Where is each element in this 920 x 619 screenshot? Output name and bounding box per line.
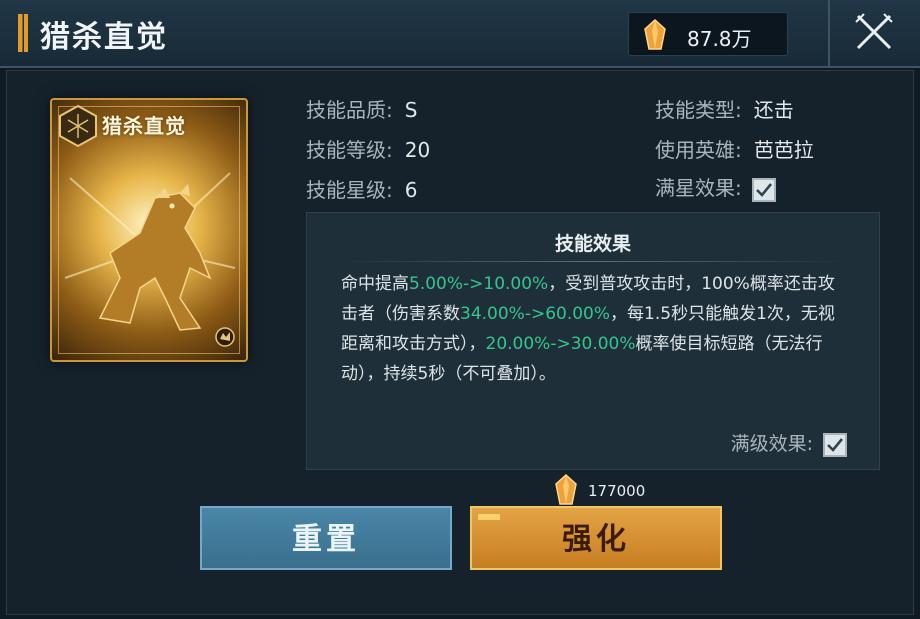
- currency-display: 87.8万: [628, 12, 788, 56]
- effect-highlight-3: 20.00%->30.00%: [485, 334, 636, 354]
- max-star-label: 满星效果:: [655, 176, 742, 200]
- skill-level-label: 技能等级:: [306, 138, 393, 162]
- skill-level: 技能等级: 20: [306, 134, 430, 163]
- page-title: 猎杀直觉: [40, 20, 168, 55]
- max-level-checkbox[interactable]: [823, 432, 847, 457]
- skill-hero-label: 使用英雄:: [655, 138, 742, 162]
- upgrade-button-label: 强化: [562, 522, 630, 557]
- skill-type-label: 技能类型:: [655, 98, 742, 122]
- skill-level-value: 20: [404, 138, 431, 162]
- skill-hero-value: 芭芭拉: [753, 138, 814, 162]
- close-button[interactable]: [828, 0, 920, 66]
- skill-type: 技能类型: 还击: [655, 94, 794, 123]
- max-level-effect: 满级效果:: [731, 429, 847, 457]
- skill-star: 技能星级: 6: [306, 174, 417, 203]
- skill-effect-box: 技能效果 命中提高5.00%->10.00%，受到普攻攻击时，100%概率还击攻…: [306, 212, 880, 470]
- button-corner-mark: [478, 514, 500, 520]
- skill-hero: 使用英雄: 芭芭拉: [655, 134, 814, 163]
- effect-title: 技能效果: [554, 233, 631, 255]
- max-star-effect: 满星效果:: [655, 172, 776, 202]
- panther-illustration: [64, 172, 236, 331]
- reset-button[interactable]: 重置: [200, 506, 452, 570]
- title-bar: 猎杀直觉 87.8万: [0, 0, 920, 68]
- skill-quality-value: S: [404, 98, 418, 122]
- currency-value: 87.8万: [687, 27, 752, 51]
- upgrade-button[interactable]: 强化: [470, 506, 722, 570]
- hexagon-emblem-icon: [59, 104, 97, 148]
- effect-divider: [341, 261, 847, 262]
- max-star-checkbox[interactable]: [751, 177, 776, 202]
- effect-highlight-2: 34.00%->60.00%: [460, 304, 611, 324]
- max-level-label: 满级效果:: [730, 433, 813, 455]
- skill-star-value: 6: [404, 178, 418, 202]
- gold-crystal-icon: [644, 19, 666, 50]
- effect-text-1: 命中提高: [341, 274, 409, 294]
- skill-quality: 技能品质: S: [306, 94, 417, 123]
- title-accent-icon: [18, 14, 28, 52]
- gold-crystal-icon: [555, 474, 577, 505]
- effect-description: 命中提高5.00%->10.00%，受到普攻攻击时，100%概率还击攻击者（伤害…: [341, 269, 851, 389]
- check-icon: [755, 182, 772, 197]
- card-title: 猎杀直觉: [102, 114, 186, 138]
- upgrade-cost-value: 177000: [588, 482, 646, 500]
- check-icon: [827, 437, 844, 452]
- skill-type-value: 还击: [753, 98, 794, 122]
- skill-star-label: 技能星级:: [306, 178, 393, 202]
- skill-quality-label: 技能品质:: [306, 98, 393, 122]
- effect-highlight-1: 5.00%->10.00%: [409, 274, 549, 294]
- skill-card: 猎杀直觉: [50, 98, 248, 362]
- close-icon[interactable]: [850, 8, 898, 56]
- card-badge-icon: [215, 327, 235, 347]
